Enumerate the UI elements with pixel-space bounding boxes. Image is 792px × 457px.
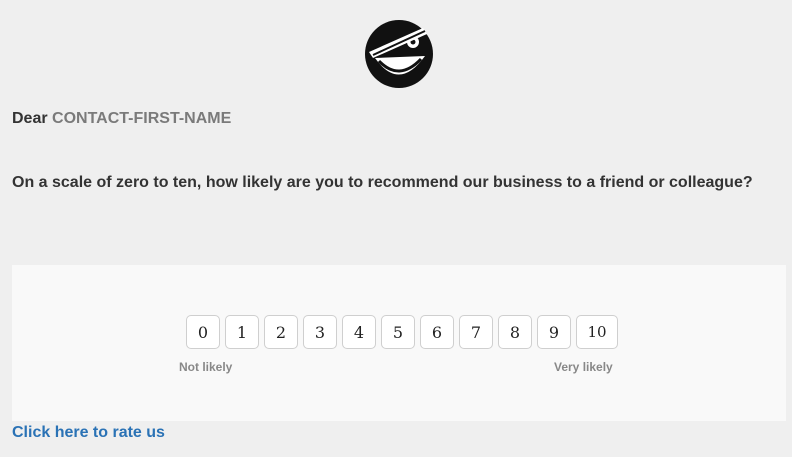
nps-question: On a scale of zero to ten, how likely ar… — [12, 174, 753, 191]
very-likely-label: Very likely — [554, 360, 613, 374]
score-button-7[interactable]: 7 — [459, 315, 493, 349]
score-button-5[interactable]: 5 — [381, 315, 415, 349]
score-button-9[interactable]: 9 — [537, 315, 571, 349]
score-button-1[interactable]: 1 — [225, 315, 259, 349]
score-button-3[interactable]: 3 — [303, 315, 337, 349]
not-likely-label: Not likely — [179, 360, 233, 374]
rate-us-link[interactable]: Click here to rate us — [12, 424, 165, 442]
winking-smiley-logo-icon — [363, 18, 435, 90]
greeting-line: Dear CONTACT-FIRST-NAME — [12, 110, 231, 128]
score-button-8[interactable]: 8 — [498, 315, 532, 349]
greeting-prefix: Dear — [12, 110, 48, 127]
score-button-6[interactable]: 6 — [420, 315, 454, 349]
rating-scale: 0 1 2 3 4 5 6 7 8 9 10 — [186, 315, 618, 349]
score-button-0[interactable]: 0 — [186, 315, 220, 349]
score-button-10[interactable]: 10 — [576, 315, 618, 349]
score-button-4[interactable]: 4 — [342, 315, 376, 349]
rating-panel: 0 1 2 3 4 5 6 7 8 9 10 Not likely Very l… — [12, 265, 786, 421]
score-button-2[interactable]: 2 — [264, 315, 298, 349]
contact-first-name-placeholder: CONTACT-FIRST-NAME — [52, 110, 232, 127]
